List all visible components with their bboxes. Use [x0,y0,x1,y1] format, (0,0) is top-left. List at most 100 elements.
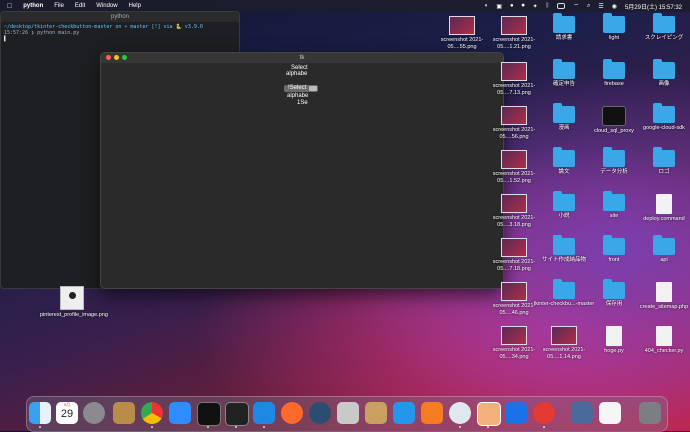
menu-window[interactable]: Window [96,3,117,9]
folder-icon [603,13,625,33]
terminal-title[interactable]: python [1,12,239,22]
safari-icon[interactable] [281,402,303,424]
folder-icon [553,13,575,33]
status-icon-4[interactable]: ⏺ [522,3,525,10]
menu-edit[interactable]: Edit [75,3,85,9]
shot-icon [501,16,527,35]
running-indicator [207,426,209,428]
desktop-icon-pinterest[interactable]: pinterest_profile_image.png [40,286,108,319]
siri-icon[interactable]: ◉ [612,3,617,10]
option-menu-value: !Select [288,85,307,91]
desktop-icon[interactable]: google-cloud-sdk [632,103,690,132]
running-indicator [39,426,41,428]
running-indicator [151,426,153,428]
chrome-icon[interactable] [141,402,163,424]
status-icon-1[interactable]: ◐ [485,3,489,9]
folder-icon [553,147,575,167]
running-indicator [487,426,489,428]
quicktime-icon[interactable] [309,402,331,424]
app-icon-blue-circle[interactable] [449,402,471,424]
desktop-icon[interactable]: ロゴ [632,147,690,176]
menu-help[interactable]: Help [129,3,141,9]
shot-icon [501,238,527,257]
folder-icon [653,59,675,79]
desktop-icon[interactable]: api [632,235,690,264]
bluetooth-icon[interactable]: ᛒ [546,3,550,9]
desktop-icon-label: create_sitemap.php [639,304,689,310]
folder-icon [553,59,575,79]
search-icon[interactable]: ⌕ [587,3,590,10]
shot-icon [501,282,527,301]
calendar-day: 29 [60,408,74,420]
term-icon [602,106,626,126]
control-center-icon[interactable]: ☰ [598,3,603,10]
desktop-icon-label: google-cloud-sdk [643,125,685,131]
system-preferences-icon[interactable] [83,402,105,424]
terminal-icon-2[interactable] [225,402,249,426]
folder-icon [603,235,625,255]
finder-icon[interactable] [29,402,51,424]
dock: 5月 29 [26,396,668,432]
desktop-icon-label: 404_checker.py [644,348,684,354]
tk-title: tk [299,55,305,61]
status-icon-3[interactable]: ● [510,3,514,9]
wifi-icon[interactable]: ⌔ [573,2,579,10]
folder-icon [553,235,575,255]
tk-titlebar[interactable]: tk [101,53,503,63]
terminal-cursor: ▌ [4,36,8,42]
chevron-down-icon [309,86,317,91]
folder-icon [603,191,625,211]
desktop-icon[interactable]: スクレイピング [632,13,690,42]
running-indicator [543,426,545,428]
desktop-icon[interactable]: 404_checker.py [632,326,690,355]
desktop-icon[interactable]: create_sitemap.php [632,282,690,311]
trash-icon[interactable] [639,402,661,424]
app-icon-brown[interactable] [113,402,135,424]
clock-app-icon[interactable] [533,402,555,424]
folder-icon [653,13,675,33]
terminal-icon-1[interactable] [197,402,221,426]
downloads-stack-icon[interactable] [571,402,593,424]
sequel-icon[interactable] [365,402,387,424]
apple-icon[interactable]:  [7,3,12,10]
doc-icon [656,282,672,302]
zoom-icon[interactable] [169,402,191,424]
shot-icon [501,62,527,81]
desktop-icon-label: ロゴ [658,169,670,175]
label-alphabe: alphabe [286,71,308,77]
menu-app-name[interactable]: python [23,3,43,9]
running-indicator [235,426,237,428]
database-icon[interactable] [337,402,359,424]
shot-icon [501,106,527,125]
vscode-icon[interactable] [253,402,275,424]
image-file-icon [60,286,84,310]
folder-icon [653,103,675,123]
desktop-icon[interactable]: 画像 [632,59,690,88]
tk-window[interactable]: tk Select alphabe !Select alphabe 1Se [100,52,504,289]
preview-icon[interactable] [477,402,501,426]
running-indicator [459,426,461,428]
document-stack-icon[interactable] [599,402,621,424]
folder-icon [553,279,575,299]
folder-icon [553,103,575,123]
folder-icon [653,235,675,255]
shot-icon [501,326,527,345]
desktop-icon[interactable]: deploy.command [632,194,690,223]
menu-file[interactable]: File [54,3,64,9]
shot-icon [449,16,475,35]
doc-icon [656,326,672,346]
doc-icon [606,326,622,346]
folder-icon [653,147,675,167]
label-alphabe-2: alphabe [287,93,309,99]
calendar-icon[interactable]: 5月 29 [56,402,78,424]
desktop-icon-label: 画像 [658,81,670,87]
clock[interactable]: 5月29日(土) 15:57:32 [625,2,682,11]
sourcetree-icon[interactable] [421,402,443,424]
battery-icon[interactable] [557,3,566,9]
status-icon-5[interactable]: ✦ [533,3,538,10]
docker-icon[interactable] [393,402,415,424]
running-indicator [263,426,265,428]
status-icon-2[interactable]: ▣ [496,3,502,10]
desktop-icon-label: deploy.command [643,216,685,222]
infinity-app-icon[interactable] [505,402,527,424]
